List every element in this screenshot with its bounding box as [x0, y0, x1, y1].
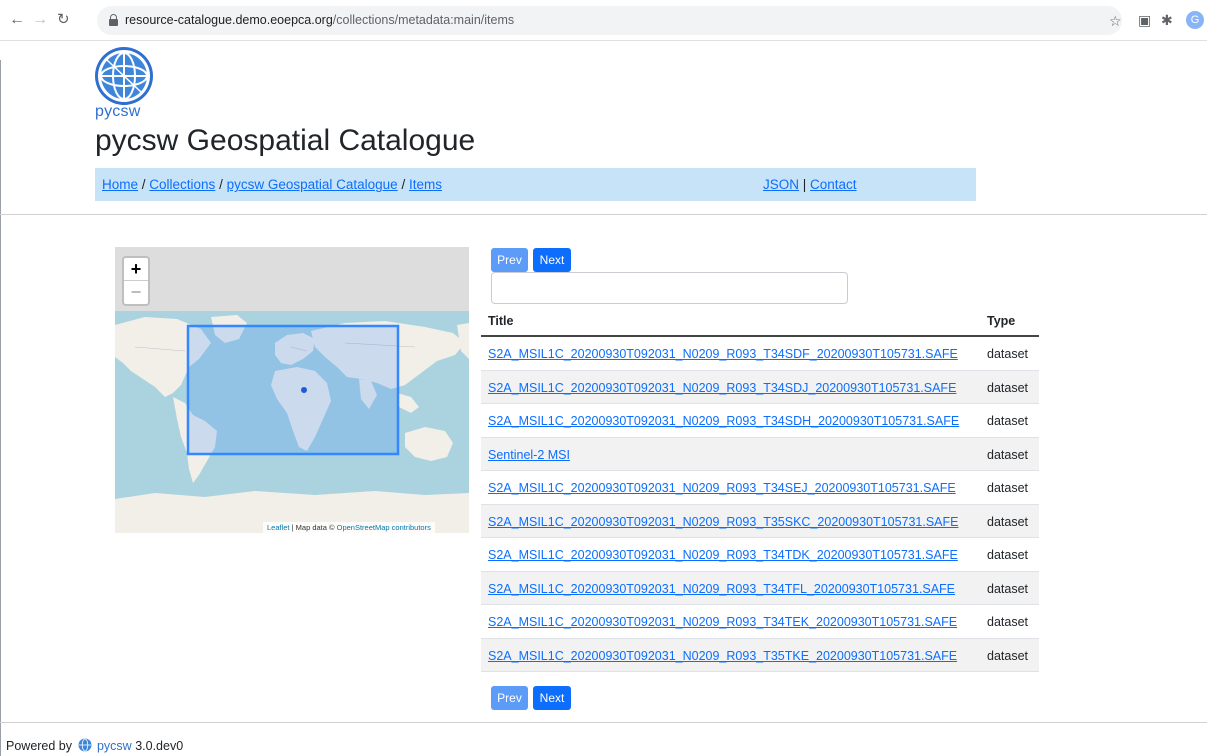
breadcrumb-home-link[interactable]: Home [102, 177, 138, 192]
item-type: dataset [987, 615, 1029, 629]
format-links: JSON | Contact [763, 177, 857, 192]
footer-version: 3.0.dev0 [135, 739, 184, 753]
item-title-link[interactable]: S2A_MSIL1C_20200930T092031_N0209_R093_T3… [488, 481, 956, 495]
breadcrumb-separator: / [215, 177, 227, 192]
breadcrumb-separator: / [397, 177, 409, 192]
zoom-in-button[interactable]: + [124, 258, 148, 281]
footer-divider [0, 722, 1207, 723]
table-header: Title Type [481, 307, 1039, 337]
item-title-link[interactable]: S2A_MSIL1C_20200930T092031_N0209_R093_T3… [488, 548, 958, 562]
zoom-out-button[interactable]: − [124, 281, 148, 304]
breadcrumb-collections-link[interactable]: Collections [149, 177, 215, 192]
map-marker-icon[interactable] [301, 387, 307, 393]
map-view[interactable] [115, 247, 469, 533]
prev-button-bottom[interactable]: Prev [491, 686, 528, 710]
prev-button-top[interactable]: Prev [491, 248, 528, 272]
item-type: dataset [987, 447, 1029, 462]
navigation-bar: Home / Collections / pycsw Geospatial Ca… [95, 168, 976, 201]
page-title: pycsw Geospatial Catalogue [95, 124, 476, 157]
globe-logo-icon [78, 738, 91, 752]
star-icon[interactable]: ☆ [1109, 13, 1122, 29]
lock-icon [109, 14, 118, 26]
table-row: S2A_MSIL1C_20200930T092031_N0209_R093_T3… [481, 504, 1039, 538]
item-type: dataset [987, 648, 1029, 663]
search-input[interactable] [491, 272, 848, 304]
breadcrumb: Home / Collections / pycsw Geospatial Ca… [102, 177, 442, 192]
item-type: dataset [987, 514, 1029, 529]
globe-logo-icon [95, 47, 153, 105]
table-row: S2A_MSIL1C_20200930T092031_N0209_R093_T3… [481, 337, 1039, 371]
url-path: /collections/metadata:main/items [332, 13, 515, 27]
breadcrumb-catalogue-link[interactable]: pycsw Geospatial Catalogue [227, 177, 398, 192]
logo-text: pycsw [95, 103, 141, 120]
window-edge [0, 60, 1, 756]
address-bar[interactable]: resource-catalogue.demo.eoepca.org/colle… [97, 6, 1122, 35]
table-row: S2A_MSIL1C_20200930T092031_N0209_R093_T3… [481, 538, 1039, 572]
table-row: Sentinel-2 MSI dataset [481, 437, 1039, 471]
attribution-text: | Map data © [289, 523, 337, 532]
item-title-link[interactable]: S2A_MSIL1C_20200930T092031_N0209_R093_T3… [488, 649, 957, 663]
item-type: dataset [987, 347, 1029, 361]
item-title-link[interactable]: S2A_MSIL1C_20200930T092031_N0209_R093_T3… [488, 582, 955, 596]
puzzle-icon[interactable]: ✱ [1161, 12, 1173, 28]
extension-icon[interactable]: ▣ [1138, 12, 1151, 28]
item-title-link[interactable]: S2A_MSIL1C_20200930T092031_N0209_R093_T3… [488, 414, 959, 428]
header-divider [0, 214, 1207, 215]
world-map [115, 247, 469, 533]
contact-link[interactable]: Contact [810, 177, 857, 192]
osm-link[interactable]: OpenStreetMap contributors [337, 523, 431, 532]
column-header-title: Title [488, 314, 514, 328]
item-type: dataset [987, 581, 1029, 596]
url-text: resource-catalogue.demo.eoepca.org/colle… [125, 13, 514, 27]
back-arrow-icon[interactable]: ← [9, 12, 25, 28]
footer: Powered by pycsw 3.0.dev0 [6, 738, 183, 753]
item-type: dataset [987, 481, 1029, 495]
profile-avatar[interactable]: G [1186, 11, 1204, 29]
url-host: resource-catalogue.demo.eoepca.org [125, 13, 333, 27]
item-title-link[interactable]: S2A_MSIL1C_20200930T092031_N0209_R093_T3… [488, 515, 959, 529]
leaflet-link[interactable]: Leaflet [267, 523, 290, 532]
footer-product-name[interactable]: pycsw [97, 739, 132, 753]
item-title-link[interactable]: S2A_MSIL1C_20200930T092031_N0209_R093_T3… [488, 615, 957, 629]
powered-by-text: Powered by [6, 739, 73, 753]
map-attribution: Leaflet | Map data © OpenStreetMap contr… [263, 522, 435, 533]
browser-toolbar: ← → ↻ resource-catalogue.demo.eoepca.org… [0, 0, 1207, 41]
item-type: dataset [987, 380, 1029, 395]
bbox-overlay[interactable] [186, 324, 400, 456]
reload-icon[interactable]: ↻ [57, 12, 70, 28]
table-row: S2A_MSIL1C_20200930T092031_N0209_R093_T3… [481, 605, 1039, 639]
table-row: S2A_MSIL1C_20200930T092031_N0209_R093_T3… [481, 638, 1039, 672]
links-separator: | [799, 177, 811, 192]
item-title-link[interactable]: Sentinel-2 MSI [488, 448, 570, 462]
items-table: Title Type S2A_MSIL1C_20200930T092031_N0… [481, 307, 1039, 672]
table-row: S2A_MSIL1C_20200930T092031_N0209_R093_T3… [481, 404, 1039, 438]
json-link[interactable]: JSON [763, 177, 799, 192]
item-type: dataset [987, 548, 1029, 562]
table-row: S2A_MSIL1C_20200930T092031_N0209_R093_T3… [481, 370, 1039, 404]
next-button-top[interactable]: Next [533, 248, 571, 272]
item-title-link[interactable]: S2A_MSIL1C_20200930T092031_N0209_R093_T3… [488, 381, 956, 395]
column-header-type: Type [987, 314, 1016, 328]
breadcrumb-items-link[interactable]: Items [409, 177, 442, 192]
table-row: S2A_MSIL1C_20200930T092031_N0209_R093_T3… [481, 471, 1039, 505]
forward-arrow-icon[interactable]: → [32, 12, 48, 28]
zoom-control: + − [122, 256, 150, 306]
item-type: dataset [987, 414, 1029, 428]
breadcrumb-separator: / [138, 177, 150, 192]
table-row: S2A_MSIL1C_20200930T092031_N0209_R093_T3… [481, 571, 1039, 605]
item-title-link[interactable]: S2A_MSIL1C_20200930T092031_N0209_R093_T3… [488, 347, 958, 361]
next-button-bottom[interactable]: Next [533, 686, 571, 710]
